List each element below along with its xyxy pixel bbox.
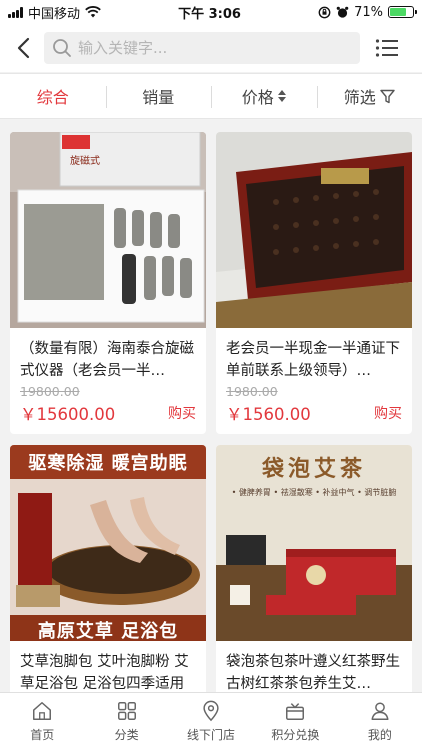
sort-tab-label: 筛选 — [343, 88, 376, 107]
buy-button[interactable]: 购买 — [374, 403, 402, 423]
product-price: ￥15600.00 — [20, 405, 116, 424]
sort-tab-comprehensive[interactable]: 综合 — [0, 74, 106, 118]
back-button[interactable] — [8, 28, 38, 68]
price-row: ￥1560.00 购买 — [216, 399, 412, 425]
sort-bar: 综合 销量 价格 筛选 — [0, 73, 422, 119]
wifi-icon — [85, 6, 101, 18]
search-icon — [53, 39, 71, 57]
product-card[interactable]: 老会员一半现金一半通证下单前联系上级领导）… 1980.00 ￥1560.00 … — [216, 132, 412, 434]
sort-tab-price[interactable]: 价格 — [211, 74, 317, 118]
product-image: 旋磁式 — [10, 132, 206, 328]
home-icon — [33, 702, 52, 720]
sort-tab-label: 价格 — [241, 88, 274, 107]
product-image: 驱寒除湿 暖宫助眠 高原艾草 足浴包 — [10, 445, 206, 641]
battery-percent: 71% — [354, 4, 383, 20]
location-icon — [203, 700, 219, 722]
product-original-price: 1980.00 — [226, 384, 278, 399]
filter-icon — [380, 89, 395, 103]
user-icon — [371, 702, 389, 720]
product-box-label: 旋磁式 — [70, 154, 100, 167]
product-image: 袋泡艾茶 • 健脾养胃 • 祛湿散寒 • 补益中气 • 调节脏腑 — [216, 445, 412, 641]
product-title: 袋泡茶包茶叶遵义红茶野生古树红茶茶包养生艾… — [226, 654, 400, 692]
product-card[interactable]: 袋泡艾茶 • 健脾养胃 • 祛湿散寒 • 补益中气 • 调节脏腑 袋泡茶包茶叶遵… — [216, 445, 412, 692]
tab-mine[interactable]: 我的 — [338, 693, 422, 750]
orientation-lock-icon — [318, 6, 331, 18]
list-menu-button[interactable] — [372, 33, 402, 63]
tab-category[interactable]: 分类 — [84, 693, 168, 750]
product-photo-magnetic-device: 旋磁式 — [10, 132, 206, 328]
product-image — [216, 132, 412, 328]
gift-icon — [286, 703, 305, 720]
sort-tab-label: 销量 — [142, 88, 175, 107]
carrier-name: 中国移动 — [28, 6, 81, 22]
status-right: 71% — [318, 4, 417, 20]
product-banner-bottom: 高原艾草 足浴包 — [37, 621, 179, 641]
product-price: ￥1560.00 — [226, 405, 311, 424]
search-bar[interactable] — [44, 32, 360, 64]
tab-home[interactable]: 首页 — [0, 693, 84, 750]
product-card[interactable]: 旋磁式 （数量有限）海南泰合旋磁式仪器（老会员一半… 19800.00 ￥156… — [10, 132, 206, 434]
search-header — [0, 24, 422, 72]
status-time: 下午 3:06 — [178, 6, 241, 22]
sort-arrows-icon — [277, 90, 286, 102]
sort-tab-label: 综合 — [36, 88, 69, 107]
tab-points-exchange[interactable]: 积分兑换 — [253, 693, 337, 750]
tab-offline-store[interactable]: 线下门店 — [169, 693, 253, 750]
tab-label: 线下门店 — [187, 728, 236, 742]
product-banner-top: 驱寒除湿 暖宫助眠 — [28, 453, 188, 474]
alarm-icon — [336, 6, 349, 18]
category-icon — [117, 702, 136, 720]
product-grid: 旋磁式 （数量有限）海南泰合旋磁式仪器（老会员一半… 19800.00 ￥156… — [0, 132, 422, 692]
product-title: （数量有限）海南泰合旋磁式仪器（老会员一半… — [20, 341, 194, 379]
signal-icon — [8, 6, 23, 18]
tab-label: 首页 — [30, 728, 55, 742]
product-original-price: 19800.00 — [20, 384, 80, 399]
status-left: 中国移动 — [8, 3, 101, 22]
product-banner-title: 袋泡艾茶 — [261, 456, 366, 482]
product-title: 艾草泡脚包 艾叶泡脚粉 艾草足浴包 足浴包四季适用 — [20, 654, 189, 692]
bottom-tab-bar: 首页 分类 线下门店 积分兑换 我的 — [0, 692, 422, 750]
product-card[interactable]: 驱寒除湿 暖宫助眠 高原艾草 足浴包 艾草泡脚包 艾叶泡脚粉 艾草足浴包 足浴包… — [10, 445, 206, 692]
tab-label: 我的 — [367, 728, 392, 742]
sort-tab-sales[interactable]: 销量 — [105, 74, 212, 118]
product-banner-subtitle: • 健脾养胃 • 祛湿散寒 • 补益中气 • 调节脏腑 — [231, 488, 397, 497]
product-photo-heating-mat — [216, 132, 412, 328]
buy-button[interactable]: 购买 — [168, 403, 196, 423]
tab-label: 分类 — [114, 728, 139, 742]
tab-label: 积分兑换 — [271, 728, 320, 742]
sort-tab-filter[interactable]: 筛选 — [316, 74, 422, 118]
chevron-left-icon — [17, 37, 30, 59]
list-icon — [375, 39, 398, 57]
status-bar: 中国移动 下午 3:06 71% — [0, 0, 422, 24]
search-input[interactable] — [78, 39, 338, 57]
product-title: 老会员一半现金一半通证下单前联系上级领导）… — [226, 341, 400, 379]
battery-icon — [387, 6, 417, 18]
price-row: ￥15600.00 购买 — [10, 399, 206, 425]
